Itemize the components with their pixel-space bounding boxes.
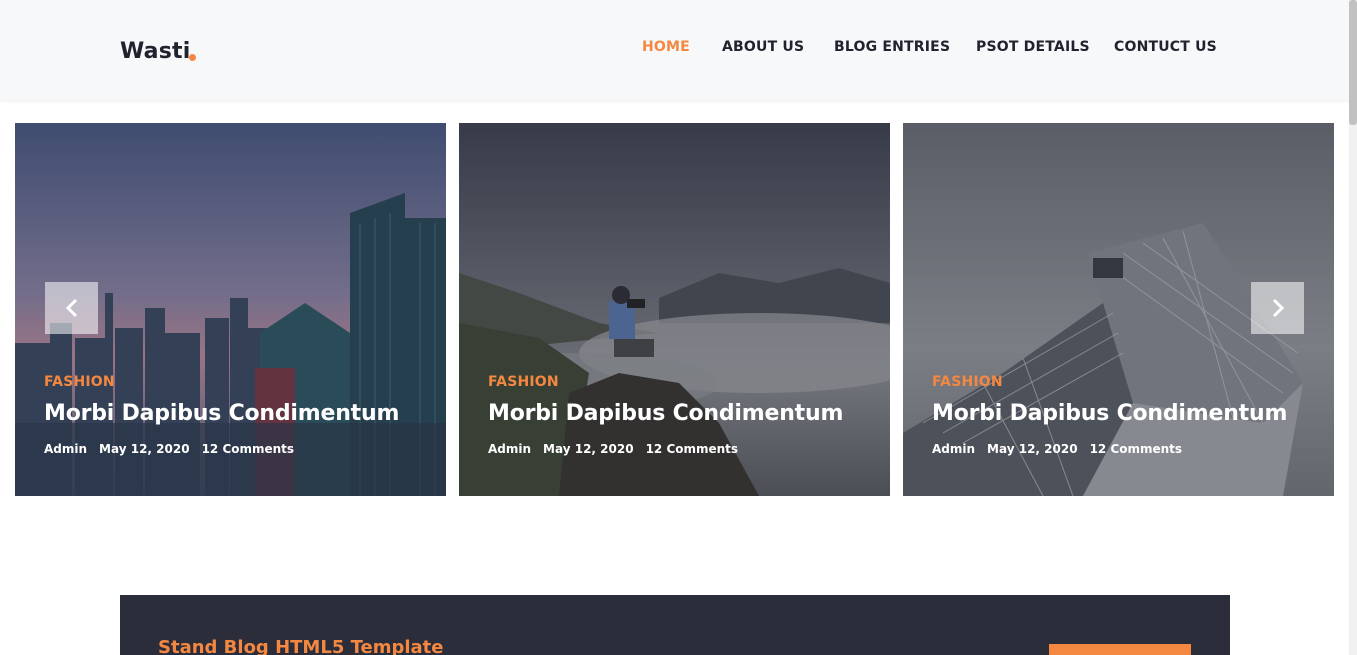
card-author[interactable]: Admin bbox=[932, 442, 975, 456]
site-header: Wasti HOME ABOUT US BLOG ENTRIES PSOT DE… bbox=[0, 0, 1349, 100]
chevron-right-icon bbox=[1272, 298, 1284, 318]
slider-prev-button[interactable] bbox=[45, 282, 98, 334]
card-category[interactable]: FASHION bbox=[932, 374, 1003, 390]
card-category[interactable]: FASHION bbox=[44, 374, 115, 390]
page: Wasti HOME ABOUT US BLOG ENTRIES PSOT DE… bbox=[0, 0, 1357, 655]
cta-section: Stand Blog HTML5 Template bbox=[120, 595, 1230, 655]
card-category[interactable]: FASHION bbox=[488, 374, 559, 390]
card-meta: Admin May 12, 2020 12 Comments bbox=[44, 442, 306, 456]
card-overlay bbox=[459, 123, 890, 496]
nav-item-home[interactable]: HOME bbox=[642, 39, 690, 55]
card-title[interactable]: Morbi Dapibus Condimentum bbox=[932, 401, 1287, 426]
card-title[interactable]: Morbi Dapibus Condimentum bbox=[44, 401, 399, 426]
card-meta: Admin May 12, 2020 12 Comments bbox=[488, 442, 750, 456]
card-meta: Admin May 12, 2020 12 Comments bbox=[932, 442, 1194, 456]
card-comments[interactable]: 12 Comments bbox=[202, 442, 295, 456]
card-author[interactable]: Admin bbox=[488, 442, 531, 456]
scrollbar-thumb[interactable] bbox=[1349, 0, 1357, 125]
logo-dot bbox=[189, 54, 196, 61]
nav-item-contact-us[interactable]: CONTUCT US bbox=[1114, 39, 1217, 55]
nav-item-blog-entries[interactable]: BLOG ENTRIES bbox=[834, 39, 950, 55]
slider-next-button[interactable] bbox=[1251, 282, 1304, 334]
scrollbar[interactable] bbox=[1349, 0, 1357, 655]
chevron-left-icon bbox=[65, 298, 77, 318]
site-logo[interactable]: Wasti bbox=[120, 39, 190, 64]
card-title[interactable]: Morbi Dapibus Condimentum bbox=[488, 401, 843, 426]
card-comments[interactable]: 12 Comments bbox=[646, 442, 739, 456]
cta-button[interactable] bbox=[1049, 644, 1191, 655]
card-date[interactable]: May 12, 2020 bbox=[99, 442, 190, 456]
card-author[interactable]: Admin bbox=[44, 442, 87, 456]
card-comments[interactable]: 12 Comments bbox=[1090, 442, 1183, 456]
banner-card[interactable]: FASHION Morbi Dapibus Condimentum Admin M… bbox=[459, 123, 890, 496]
card-date[interactable]: May 12, 2020 bbox=[543, 442, 634, 456]
nav-item-post-details[interactable]: PSOT DETAILS bbox=[976, 39, 1090, 55]
card-date[interactable]: May 12, 2020 bbox=[987, 442, 1078, 456]
nav-item-about-us[interactable]: ABOUT US bbox=[722, 39, 804, 55]
cta-title: Stand Blog HTML5 Template bbox=[158, 637, 444, 655]
